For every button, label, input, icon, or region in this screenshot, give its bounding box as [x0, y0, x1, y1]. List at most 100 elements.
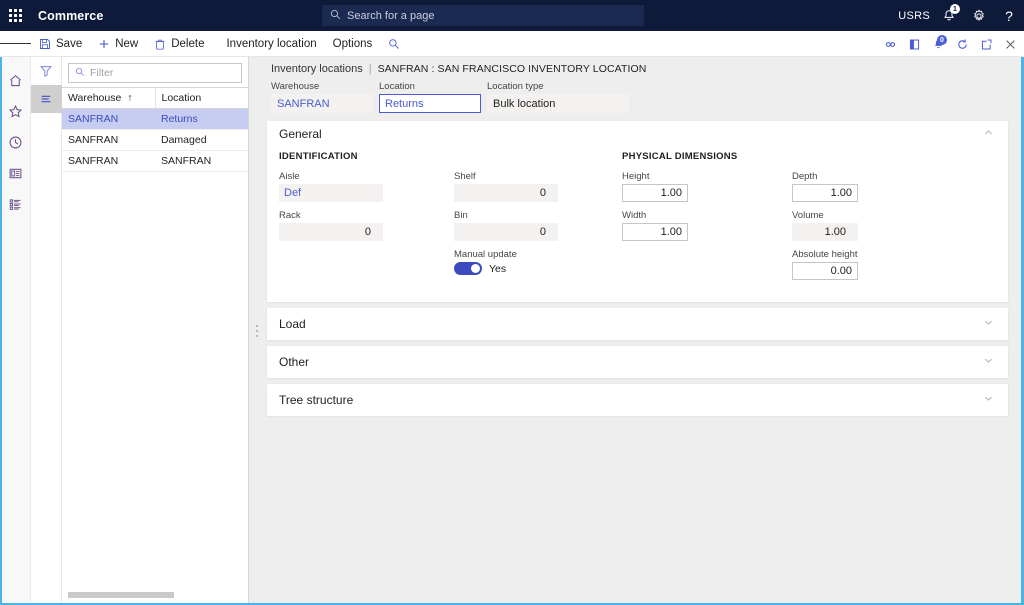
view-selector-rail	[31, 57, 62, 605]
filter-placeholder: Filter	[90, 67, 113, 79]
panel-splitter[interactable]	[249, 57, 265, 605]
page-title: SANFRAN : SAN FRANCISCO INVENTORY LOCATI…	[378, 63, 647, 75]
height-field: Height 1.00	[622, 171, 792, 202]
rack-field: Rack 0	[279, 210, 454, 241]
grid-horizontal-scrollbar[interactable]	[62, 590, 249, 598]
location-input[interactable]: Returns	[379, 94, 481, 113]
command-bar-right-actions: 0	[878, 31, 1022, 57]
volume-value[interactable]: 1.00	[792, 223, 858, 241]
new-label: New	[115, 38, 138, 50]
table-body: SANFRAN Returns SANFRAN Damaged SANFRAN …	[62, 109, 248, 172]
help-button[interactable]: ?	[994, 0, 1024, 31]
favorites-star-icon[interactable]	[0, 96, 31, 127]
manual-update-field: Manual update Yes	[454, 249, 622, 275]
fasttab-tree-structure-title: Tree structure	[279, 393, 353, 407]
location-type-value[interactable]: Bulk location	[487, 94, 629, 113]
manual-update-toggle-row: Yes	[454, 262, 622, 275]
workspaces-icon[interactable]	[0, 158, 31, 189]
table-header-row: Warehouse ↑ Location	[62, 88, 248, 109]
grid-scrollbar-thumb[interactable]	[68, 592, 174, 598]
delete-button[interactable]: Delete	[146, 31, 212, 57]
header-fields: Warehouse SANFRAN Location Returns Locat…	[265, 77, 1024, 121]
chevron-down-icon[interactable]	[983, 393, 994, 407]
cell-location[interactable]: SANFRAN	[155, 151, 248, 172]
notifications-badge: 1	[950, 4, 960, 14]
home-icon[interactable]	[0, 65, 31, 96]
column-header-location[interactable]: Location	[155, 88, 248, 109]
chevron-down-icon[interactable]	[983, 355, 994, 369]
fasttab-load: Load	[267, 308, 1008, 340]
inventory-locations-grid-panel: Filter Warehouse ↑ Location SANFRAN Retu…	[62, 57, 249, 605]
location-type-label: Location type	[487, 81, 629, 92]
absolute-height-input[interactable]: 0.00	[792, 262, 858, 280]
settings-gear-button[interactable]	[964, 0, 994, 31]
refresh-icon[interactable]	[950, 31, 974, 57]
chevron-down-icon[interactable]	[983, 317, 994, 331]
aisle-field: Aisle Def	[279, 171, 454, 202]
fasttab-load-header[interactable]: Load	[267, 308, 1008, 340]
filter-pane-icon[interactable]	[902, 31, 926, 57]
fasttab-tree-structure-header[interactable]: Tree structure	[267, 384, 1008, 416]
column-header-warehouse[interactable]: Warehouse ↑	[62, 88, 155, 109]
chevron-up-icon[interactable]	[983, 127, 994, 141]
global-search-input[interactable]: Search for a page	[322, 5, 644, 26]
height-label: Height	[622, 171, 792, 182]
user-initials-button[interactable]: USRS	[894, 0, 934, 31]
search-icon	[75, 64, 85, 82]
shelf-value[interactable]: 0	[454, 184, 558, 202]
cell-warehouse[interactable]: SANFRAN	[62, 109, 155, 130]
cell-warehouse[interactable]: SANFRAN	[62, 130, 155, 151]
fasttab-general-title: General	[279, 127, 322, 141]
fasttab-load-title: Load	[279, 317, 306, 331]
manual-update-toggle[interactable]	[454, 262, 482, 275]
command-search-button[interactable]	[380, 31, 408, 57]
shelf-bin-column: Shelf 0 Bin 0 Manual update Yes	[454, 151, 622, 288]
rack-value[interactable]: 0	[279, 223, 383, 241]
cell-location[interactable]: Returns	[155, 109, 248, 130]
save-button[interactable]: Save	[31, 31, 90, 57]
bin-value[interactable]: 0	[454, 223, 558, 241]
manual-update-label: Manual update	[454, 249, 622, 260]
width-input[interactable]: 1.00	[622, 223, 688, 241]
column-spacer	[454, 151, 622, 171]
breadcrumb-parent-link[interactable]: Inventory locations	[271, 63, 363, 75]
funnel-filter-icon[interactable]	[31, 57, 62, 85]
options-menu[interactable]: Options	[325, 31, 381, 57]
filter-input[interactable]: Filter	[68, 63, 242, 83]
rack-label: Rack	[279, 210, 454, 221]
modules-list-icon[interactable]	[0, 189, 31, 220]
main-content-area: Inventory locations | SANFRAN : SAN FRAN…	[265, 57, 1024, 605]
cell-location[interactable]: Damaged	[155, 130, 248, 151]
warehouse-field: Warehouse SANFRAN	[271, 81, 373, 113]
fasttab-general-header[interactable]: General	[267, 121, 1008, 147]
notifications-button[interactable]: 1	[934, 0, 964, 31]
hamburger-menu-icon[interactable]	[0, 31, 31, 57]
table-row[interactable]: SANFRAN Damaged	[62, 130, 248, 151]
identification-section-title: IDENTIFICATION	[279, 151, 454, 163]
splitter-grip-icon	[256, 325, 258, 337]
inventory-location-menu[interactable]: Inventory location	[218, 31, 324, 57]
fasttab-other-title: Other	[279, 355, 309, 369]
sort-ascending-icon: ↑	[127, 92, 132, 104]
open-in-new-window-icon[interactable]	[974, 31, 998, 57]
app-launcher-icon[interactable]	[0, 0, 31, 31]
filter-container: Filter	[62, 57, 248, 87]
fasttab-other-header[interactable]: Other	[267, 346, 1008, 378]
cell-warehouse[interactable]: SANFRAN	[62, 151, 155, 172]
locations-table: Warehouse ↑ Location SANFRAN Returns SAN…	[62, 87, 248, 172]
list-view-icon[interactable]	[31, 85, 62, 113]
warehouse-value[interactable]: SANFRAN	[271, 94, 373, 113]
close-icon[interactable]	[998, 31, 1022, 57]
new-button[interactable]: New	[90, 31, 146, 57]
table-row[interactable]: SANFRAN Returns	[62, 109, 248, 130]
delete-label: Delete	[171, 38, 204, 50]
depth-input[interactable]: 1.00	[792, 184, 858, 202]
table-row[interactable]: SANFRAN SANFRAN	[62, 151, 248, 172]
volume-field: Volume 1.00	[792, 210, 967, 241]
notifications-icon[interactable]: 0	[926, 31, 950, 57]
recent-clock-icon[interactable]	[0, 127, 31, 158]
aisle-value[interactable]: Def	[279, 184, 383, 202]
height-input[interactable]: 1.00	[622, 184, 688, 202]
notifications-count-badge: 0	[937, 35, 947, 45]
attach-link-icon[interactable]	[878, 31, 902, 57]
